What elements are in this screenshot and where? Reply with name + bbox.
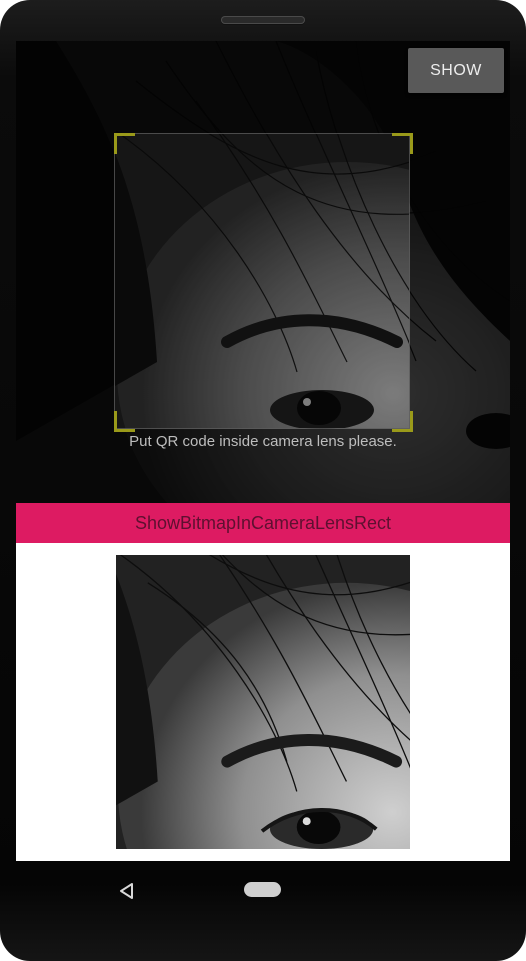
lens-corner-bottom-right bbox=[392, 411, 413, 432]
camera-hint-text: Put QR code inside camera lens please. bbox=[129, 433, 397, 450]
result-area bbox=[16, 543, 510, 861]
back-triangle-icon[interactable] bbox=[117, 881, 137, 901]
camera-lens-rect bbox=[114, 133, 410, 429]
lens-corner-top-right bbox=[392, 133, 413, 154]
lens-corner-top-left bbox=[114, 133, 135, 154]
phone-frame: Put QR code inside camera lens please. S… bbox=[0, 0, 526, 961]
lens-photo bbox=[115, 134, 409, 428]
speaker-grille bbox=[221, 16, 305, 24]
show-button[interactable]: SHOW bbox=[408, 48, 504, 93]
lens-corner-bottom-left bbox=[114, 411, 135, 432]
home-pill-icon[interactable] bbox=[244, 882, 281, 897]
screen: Put QR code inside camera lens please. S… bbox=[16, 41, 510, 861]
result-photo bbox=[116, 555, 410, 849]
camera-preview: Put QR code inside camera lens please. S… bbox=[16, 41, 510, 503]
navigation-bar bbox=[0, 861, 526, 961]
result-bitmap-image bbox=[116, 555, 410, 849]
activity-title-bar: ShowBitmapInCameraLensRect bbox=[16, 503, 510, 543]
